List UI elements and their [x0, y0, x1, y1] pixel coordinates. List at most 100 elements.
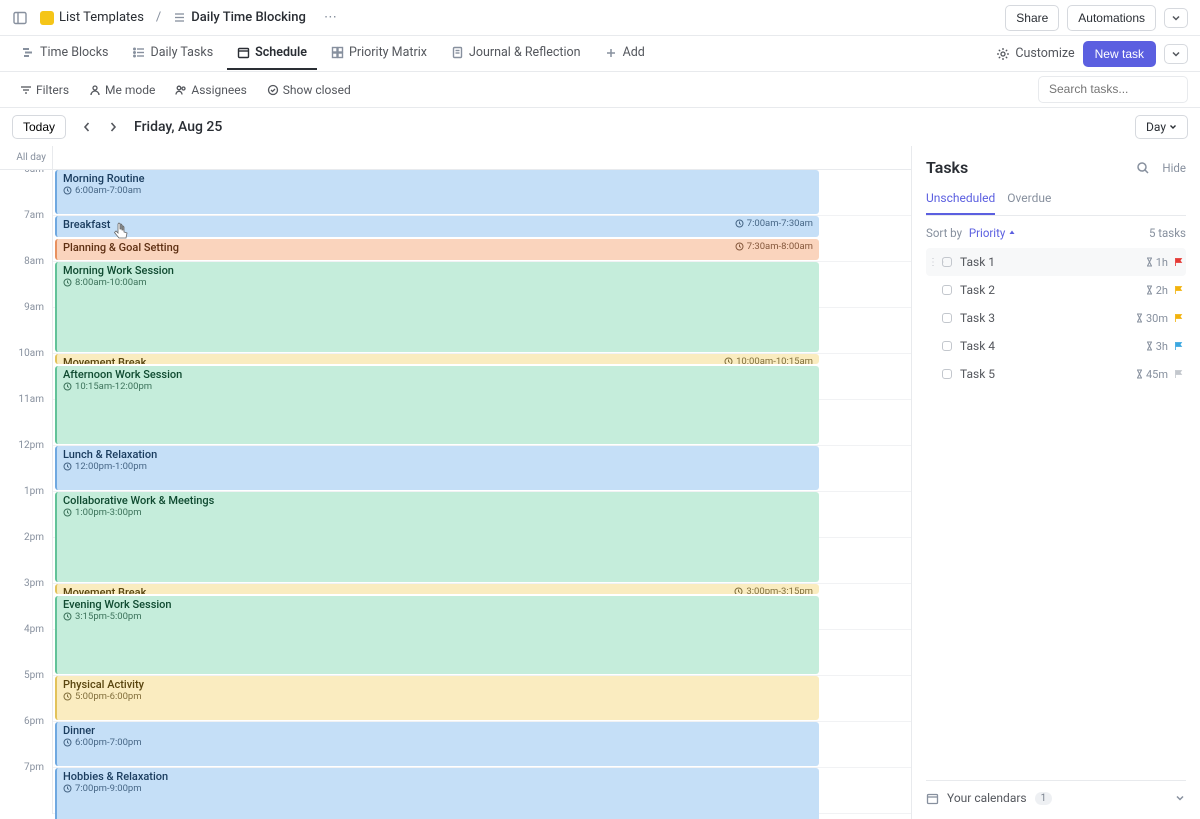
search-icon[interactable]: [1136, 161, 1150, 175]
assignees-button[interactable]: Assignees: [167, 79, 254, 101]
calendar-event[interactable]: Dinner6:00pm-7:00pm: [55, 722, 819, 766]
top-header: List Templates / Daily Time Blocking ⋯ S…: [0, 0, 1200, 36]
event-title: Hobbies & Relaxation: [63, 770, 813, 783]
share-button[interactable]: Share: [1005, 5, 1059, 31]
task-status-checkbox[interactable]: [942, 313, 952, 323]
event-time: 6:00pm-7:00pm: [63, 737, 813, 748]
event-title: Physical Activity: [63, 678, 813, 691]
calendar-event[interactable]: Movement Break3:00pm-3:15pm: [55, 584, 819, 594]
time-label: 7am: [24, 210, 44, 221]
tab-daily-tasks[interactable]: Daily Tasks: [122, 37, 223, 70]
automations-button[interactable]: Automations: [1067, 5, 1156, 31]
new-task-chevron-icon[interactable]: [1164, 44, 1188, 64]
plus-icon: [605, 46, 618, 59]
event-title: Lunch & Relaxation: [63, 448, 813, 461]
breadcrumb-parent-label: List Templates: [59, 10, 144, 25]
time-label: 4pm: [24, 624, 44, 635]
time-label: 7pm: [24, 762, 44, 773]
calendar-event[interactable]: Hobbies & Relaxation7:00pm-9:00pm: [55, 768, 819, 819]
list-icon: [173, 11, 186, 24]
folder-icon: [40, 11, 54, 25]
task-row[interactable]: ⋮⋮Task 330m: [926, 304, 1186, 332]
event-time: 5:00pm-6:00pm: [63, 691, 813, 702]
tasks-sidebar: Tasks Hide Unscheduled Overdue Sort by P…: [912, 146, 1200, 819]
task-name: Task 3: [960, 311, 1135, 325]
task-status-checkbox[interactable]: [942, 285, 952, 295]
priority-flag-icon: [1174, 285, 1184, 295]
calendar-event[interactable]: Physical Activity5:00pm-6:00pm: [55, 676, 819, 720]
breadcrumb-separator: /: [156, 10, 161, 25]
filters-button[interactable]: Filters: [12, 79, 77, 101]
allday-cell[interactable]: [52, 146, 911, 169]
tab-schedule[interactable]: Schedule: [227, 37, 317, 70]
task-name: Task 4: [960, 339, 1145, 353]
event-title: Morning Routine: [63, 172, 813, 185]
event-title: Breakfast: [63, 218, 813, 231]
tab-unscheduled[interactable]: Unscheduled: [926, 191, 995, 215]
task-row[interactable]: ⋮⋮ Task 11h: [926, 248, 1186, 276]
task-status-checkbox[interactable]: [942, 369, 952, 379]
events-column[interactable]: Morning Routine6:00am-7:00amBreakfast7:0…: [52, 170, 911, 814]
panel-toggle-icon[interactable]: [12, 10, 28, 26]
priority-flag-icon: [1174, 313, 1184, 323]
your-calendars-label[interactable]: Your calendars: [947, 791, 1027, 805]
priority-flag-icon: [1174, 369, 1184, 379]
task-status-checkbox[interactable]: [942, 341, 952, 351]
tab-add[interactable]: Add: [595, 37, 655, 70]
calendar-event[interactable]: Morning Work Session8:00am-10:00am: [55, 262, 819, 352]
time-label: 8am: [24, 256, 44, 267]
event-time: 8:00am-10:00am: [63, 277, 813, 288]
event-time: 3:00pm-3:15pm: [734, 586, 813, 594]
date-bar: Today Friday, Aug 25 Day: [0, 108, 1200, 146]
chevron-down-icon[interactable]: [1174, 792, 1186, 804]
task-row[interactable]: ⋮⋮Task 545m: [926, 360, 1186, 388]
tab-journal[interactable]: Journal & Reflection: [441, 37, 591, 70]
breadcrumb-current[interactable]: Daily Time Blocking: [169, 7, 310, 28]
calendar-event[interactable]: Lunch & Relaxation12:00pm-1:00pm: [55, 446, 819, 490]
next-day-button[interactable]: [102, 117, 124, 137]
task-row[interactable]: ⋮⋮Task 43h: [926, 332, 1186, 360]
calendar-event[interactable]: Morning Routine6:00am-7:00am: [55, 170, 819, 214]
priority-flag-icon: [1174, 341, 1184, 351]
me-mode-button[interactable]: Me mode: [81, 79, 163, 101]
calendar-icon: [237, 46, 250, 59]
view-range-select[interactable]: Day: [1135, 115, 1188, 139]
doc-icon: [451, 46, 464, 59]
calendar-event[interactable]: Movement Break10:00am-10:15am: [55, 354, 819, 364]
task-status-checkbox[interactable]: [942, 257, 952, 267]
task-row[interactable]: ⋮⋮Task 22h: [926, 276, 1186, 304]
prev-day-button[interactable]: [76, 117, 98, 137]
breadcrumb-current-label: Daily Time Blocking: [191, 10, 306, 25]
tab-time-blocks[interactable]: Time Blocks: [12, 37, 118, 70]
new-task-button[interactable]: New task: [1083, 41, 1156, 67]
more-icon[interactable]: ⋯: [318, 8, 343, 27]
allday-label: All day: [0, 146, 52, 169]
calendar-event[interactable]: Breakfast7:00am-7:30am: [55, 216, 819, 237]
search-input[interactable]: [1049, 82, 1177, 96]
calendar-event[interactable]: Evening Work Session3:15pm-5:00pm: [55, 596, 819, 674]
sort-field-button[interactable]: Priority: [969, 226, 1016, 240]
calendar-event[interactable]: Collaborative Work & Meetings1:00pm-3:00…: [55, 492, 819, 582]
sidebar-title: Tasks: [926, 158, 968, 177]
calendar-event[interactable]: Planning & Goal Setting7:30am-8:00am: [55, 239, 819, 260]
customize-button[interactable]: Customize: [996, 46, 1074, 61]
today-button[interactable]: Today: [12, 115, 66, 139]
event-time: 1:00pm-3:00pm: [63, 507, 813, 518]
event-title: Morning Work Session: [63, 264, 813, 277]
sort-by-label: Sort by: [926, 226, 962, 240]
tab-overdue[interactable]: Overdue: [1007, 191, 1051, 215]
breadcrumb-parent[interactable]: List Templates: [36, 7, 148, 28]
calendar-event[interactable]: Afternoon Work Session10:15am-12:00pm: [55, 366, 819, 444]
event-time: 7:00pm-9:00pm: [63, 783, 813, 794]
drag-handle-icon[interactable]: ⋮⋮: [928, 257, 938, 268]
show-closed-button[interactable]: Show closed: [259, 79, 359, 101]
search-box[interactable]: [1038, 76, 1188, 103]
date-label: Friday, Aug 25: [134, 119, 222, 135]
tab-priority-matrix[interactable]: Priority Matrix: [321, 37, 437, 70]
task-duration: 2h: [1145, 284, 1168, 297]
task-name: Task 1: [960, 255, 1145, 269]
header-chevron-icon[interactable]: [1164, 8, 1188, 28]
time-label: 2pm: [24, 532, 44, 543]
task-duration: 1h: [1145, 256, 1168, 269]
hide-button[interactable]: Hide: [1162, 161, 1186, 175]
